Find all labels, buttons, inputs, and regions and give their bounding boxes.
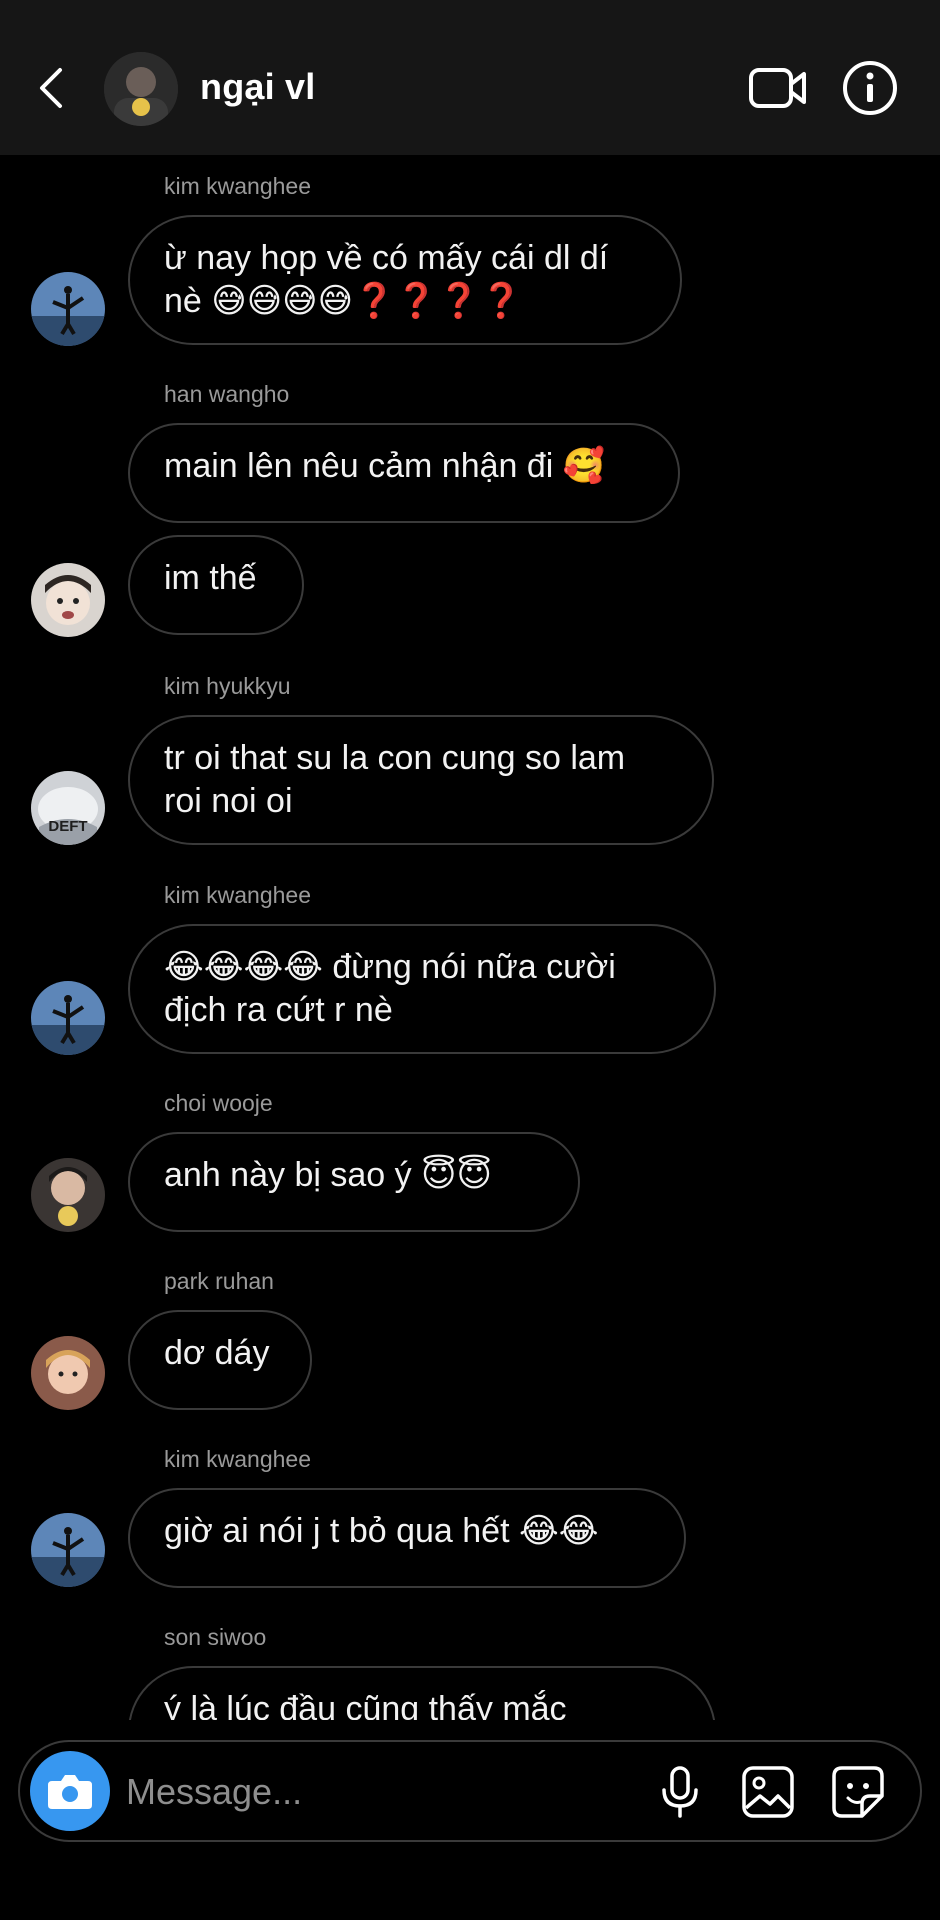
message-line: tr oi that su la con cung so lam bbox=[164, 739, 626, 777]
image-gallery-icon bbox=[742, 1766, 794, 1818]
avatar[interactable] bbox=[31, 981, 105, 1055]
avatar[interactable] bbox=[31, 1513, 105, 1587]
message-line: 😂😂😂😂 đừng nói nữa cười bbox=[164, 948, 616, 986]
message-bubble[interactable]: im thế bbox=[128, 535, 304, 635]
camera-button[interactable] bbox=[30, 1751, 110, 1831]
sender-name: kim kwanghee bbox=[164, 882, 312, 908]
message-bubble[interactable]: tr oi that su la con cung so lam roi noi… bbox=[128, 715, 714, 845]
message-line: anh này bị sao ý 😇😇 bbox=[164, 1156, 492, 1194]
message-composer bbox=[18, 1740, 922, 1842]
avatar[interactable] bbox=[31, 272, 105, 346]
avatar[interactable] bbox=[31, 563, 105, 637]
sticker-button[interactable] bbox=[830, 1764, 886, 1820]
message-line: dơ dáy bbox=[164, 1334, 270, 1372]
camera-icon bbox=[48, 1775, 92, 1809]
sender-name: han wangho bbox=[164, 381, 290, 407]
group-avatar[interactable] bbox=[104, 52, 178, 126]
message-bubble[interactable]: anh này bị sao ý 😇😇 bbox=[128, 1132, 580, 1232]
avatar[interactable] bbox=[31, 1336, 105, 1410]
message-bubble[interactable]: ừ nay họp về có mấy cái dl dí nè 😅😅😅😅❓❓❓… bbox=[128, 215, 682, 345]
sticker-icon bbox=[832, 1766, 884, 1818]
info-button[interactable] bbox=[842, 60, 898, 116]
microphone-icon bbox=[662, 1766, 698, 1818]
message-bubble[interactable]: giờ ai nói j t bỏ qua hết 😂😂 bbox=[128, 1488, 686, 1588]
avatar[interactable]: DEFT bbox=[31, 771, 105, 845]
sender-name: kim kwanghee bbox=[164, 1446, 312, 1472]
message-line: roi noi oi bbox=[164, 782, 293, 820]
sender-name: park ruhan bbox=[164, 1268, 274, 1294]
video-call-button[interactable] bbox=[748, 64, 808, 112]
sender-name: son siwoo bbox=[164, 1624, 267, 1650]
message-line: ý là lúc đầu cũng thấy mắc bbox=[164, 1690, 567, 1720]
message-bubble[interactable]: dơ dáy bbox=[128, 1310, 312, 1410]
sender-name: choi wooje bbox=[164, 1090, 273, 1116]
back-button[interactable] bbox=[32, 58, 72, 118]
voice-message-button[interactable] bbox=[652, 1764, 708, 1820]
chat-title[interactable]: ngại vl bbox=[200, 66, 315, 108]
info-icon bbox=[843, 61, 897, 115]
avatar-caption: DEFT bbox=[48, 818, 87, 835]
message-list[interactable]: kim kwanghee ừ nay họp về có mấy cái dl … bbox=[0, 155, 940, 1720]
message-line: main lên nêu cảm nhận đi 🥰 bbox=[164, 447, 606, 485]
video-camera-icon bbox=[749, 68, 806, 108]
message-bubble[interactable]: main lên nêu cảm nhận đi 🥰 bbox=[128, 423, 680, 523]
sender-name: kim kwanghee bbox=[164, 173, 312, 199]
message-line: nè 😅😅😅😅❓❓❓❓ bbox=[164, 282, 523, 320]
avatar[interactable] bbox=[31, 1158, 105, 1232]
sender-name: kim hyukkyu bbox=[164, 673, 291, 699]
message-line: địch ra cứt r nè bbox=[164, 991, 393, 1029]
chat-header: ngại vl bbox=[0, 0, 940, 155]
message-line: ừ nay họp về có mấy cái dl dí bbox=[164, 239, 609, 277]
message-line: giờ ai nói j t bỏ qua hết 😂😂 bbox=[164, 1512, 599, 1550]
chevron-left-icon bbox=[40, 68, 62, 108]
message-bubble[interactable]: ý là lúc đầu cũng thấy mắc bbox=[128, 1666, 716, 1720]
message-bubble[interactable]: 😂😂😂😂 đừng nói nữa cười địch ra cứt r nè bbox=[128, 924, 716, 1054]
message-line: im thế bbox=[164, 559, 257, 597]
message-input[interactable] bbox=[124, 1764, 648, 1820]
gallery-button[interactable] bbox=[740, 1764, 796, 1820]
